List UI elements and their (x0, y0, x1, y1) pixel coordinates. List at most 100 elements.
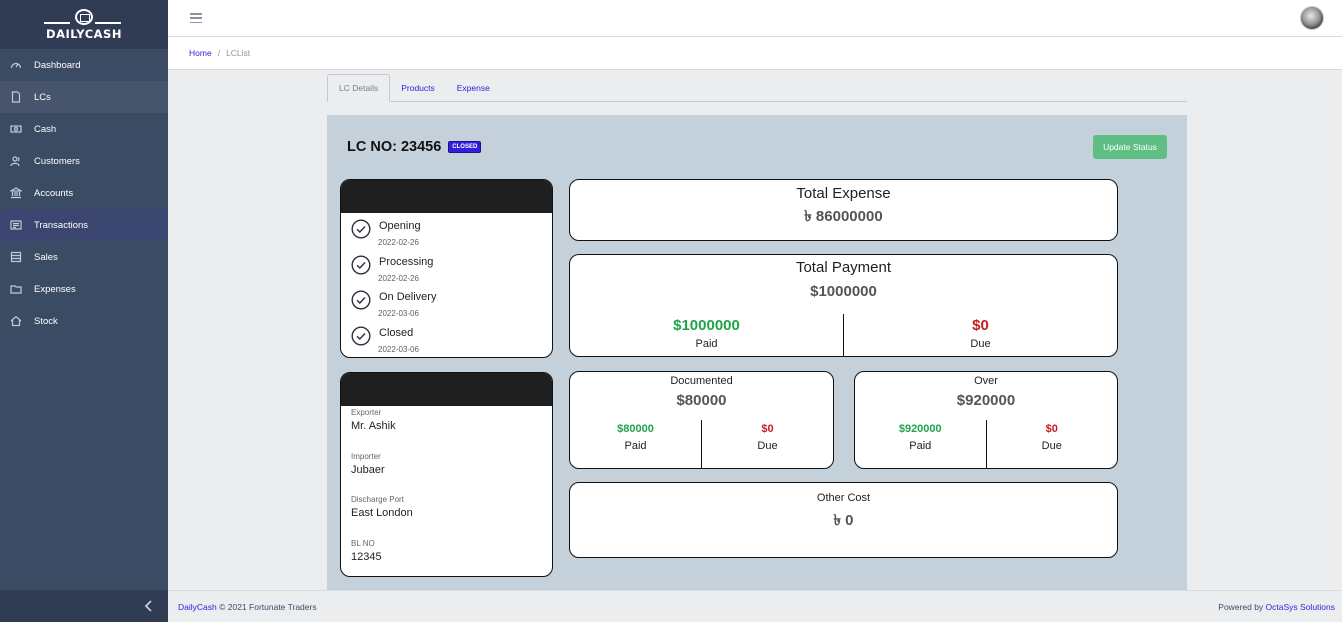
list-item: Opening 2022-02-26 (351, 217, 552, 253)
info-value: Mr. Ashik (351, 420, 396, 432)
stat-title: Over (974, 375, 998, 387)
documented-card: Documented $80000 $80000 Paid $0 Due (569, 371, 834, 469)
lc-info-card: Exporter Mr. Ashik Importer Jubaer Disch… (340, 372, 553, 577)
check-circle-icon (351, 325, 371, 346)
due-column: $0 Due (844, 314, 1117, 356)
due-label: Due (1041, 440, 1062, 452)
stat-value: $80000 (676, 392, 727, 409)
status-timeline-card: Opening 2022-02-26 Processing 2022-02-26… (340, 179, 553, 358)
info-label: Importer (351, 451, 381, 461)
card-header (341, 180, 552, 213)
total-payment-card: Total Payment $1000000 $1000000 Paid $0 … (569, 254, 1118, 357)
info-label: Exporter (351, 408, 382, 417)
paid-due-split: $1000000 Paid $0 Due (570, 314, 1117, 356)
sidebar-item-label: Stock (34, 315, 58, 327)
list-item: Closed 2022-03-06 (351, 324, 552, 358)
footer: DailyCash © 2021 Fortunate Traders Power… (168, 590, 1342, 622)
lc-tabs: LC Details Products Expense (327, 74, 1187, 102)
folder-icon (10, 283, 22, 295)
sidebar-item-label: Sales (34, 251, 58, 263)
list-icon (10, 219, 22, 231)
sidebar-item-label: Customers (34, 155, 80, 167)
status-date: 2022-03-06 (378, 344, 419, 354)
sidebar-item-expenses[interactable]: Expenses (0, 273, 168, 305)
paid-column: $1000000 Paid (570, 314, 844, 356)
stat-title: Total Expense (796, 185, 891, 202)
sidebar: DAILYCASH Dashboard LCs Cash Customers A… (0, 0, 168, 622)
info-value: Jubaer (351, 463, 385, 476)
lc-number: LC NO: 23456 (347, 139, 442, 155)
check-circle-icon (351, 219, 371, 239)
footer-left: DailyCash © 2021 Fortunate Traders (178, 602, 317, 612)
bank-icon (10, 187, 22, 199)
paid-due-split: $920000 Paid $0 Due (855, 420, 1117, 468)
chevron-left-icon (144, 600, 152, 612)
top-header (168, 0, 1342, 37)
info-value: 12345 (351, 550, 382, 563)
info-row-bl-no: BL NO 12345 (351, 538, 552, 577)
sidebar-nav: Dashboard LCs Cash Customers Accounts Tr… (0, 49, 168, 337)
info-row-importer: Importer Jubaer (351, 452, 552, 495)
home-icon (10, 315, 22, 327)
info-label: BL NO (351, 538, 375, 548)
footer-brand-link[interactable]: DailyCash (178, 602, 217, 612)
stat-value: $1000000 (810, 283, 877, 300)
sidebar-item-accounts[interactable]: Accounts (0, 177, 168, 209)
paid-label: Paid (624, 440, 647, 452)
stat-value: ৳ 0 (833, 512, 854, 529)
sidebar-minimize-button[interactable] (0, 590, 168, 622)
stat-title: Total Payment (795, 259, 892, 276)
spreadsheet-icon (10, 251, 22, 263)
paid-amount: $920000 (898, 423, 942, 435)
sidebar-item-cash[interactable]: Cash (0, 113, 168, 145)
breadcrumb-separator: / (217, 48, 221, 58)
status-date: 2022-03-06 (378, 309, 419, 318)
paid-label: Paid (695, 338, 718, 350)
sidebar-item-label: LCs (34, 91, 51, 103)
due-column: $0 Due (987, 420, 1118, 468)
sidebar-item-lcs[interactable]: LCs (0, 81, 168, 113)
paid-amount: $1000000 (673, 317, 740, 334)
brand-logo[interactable]: DAILYCASH (0, 0, 168, 49)
status-badge: CLOSED (448, 141, 482, 153)
breadcrumb-home-link[interactable]: Home (189, 48, 212, 58)
status-label: Opening (379, 220, 421, 232)
footer-powered-link[interactable]: OctaSys Solutions (1266, 602, 1335, 612)
info-row-exporter: Exporter Mr. Ashik (351, 408, 552, 451)
info-value: East London (351, 507, 413, 519)
menu-toggle-icon[interactable] (190, 13, 202, 23)
sidebar-item-transactions[interactable]: Transactions (0, 209, 168, 241)
tab-products[interactable]: Products (390, 74, 446, 102)
breadcrumb: Home / LCList (168, 37, 1342, 70)
due-amount: $0 (972, 317, 989, 334)
due-label: Due (970, 338, 991, 350)
check-circle-icon (351, 254, 371, 275)
stat-title: Documented (670, 375, 733, 387)
sidebar-item-customers[interactable]: Customers (0, 145, 168, 177)
status-date: 2022-02-26 (378, 273, 419, 283)
stat-title: Other Cost (816, 492, 871, 504)
list-item: Processing 2022-02-26 (351, 253, 552, 289)
stat-value: ৳ 86000000 (804, 208, 883, 225)
info-label: Discharge Port (351, 495, 404, 504)
tab-expense[interactable]: Expense (446, 74, 501, 102)
file-icon (10, 91, 22, 103)
status-date: 2022-02-26 (378, 238, 419, 247)
due-label: Due (757, 440, 778, 452)
sidebar-item-stock[interactable]: Stock (0, 305, 168, 337)
sidebar-item-label: Expenses (34, 283, 76, 295)
sidebar-item-sales[interactable]: Sales (0, 241, 168, 273)
sidebar-item-dashboard[interactable]: Dashboard (0, 49, 168, 81)
page-title: LC NO: 23456 CLOSED (347, 139, 482, 155)
card-header (341, 373, 552, 406)
update-status-button[interactable]: Update Status (1093, 135, 1167, 159)
logo-icon (75, 8, 93, 25)
status-label: On Delivery (379, 291, 437, 303)
info-list: Exporter Mr. Ashik Importer Jubaer Disch… (341, 406, 552, 577)
tab-lc-details[interactable]: LC Details (327, 74, 391, 102)
due-column: $0 Due (702, 420, 833, 468)
avatar[interactable] (1300, 6, 1324, 30)
footer-copyright: © 2021 Fortunate Traders (219, 601, 317, 612)
other-cost-card: Other Cost ৳ 0 (569, 482, 1118, 558)
sidebar-item-label: Cash (34, 123, 57, 135)
